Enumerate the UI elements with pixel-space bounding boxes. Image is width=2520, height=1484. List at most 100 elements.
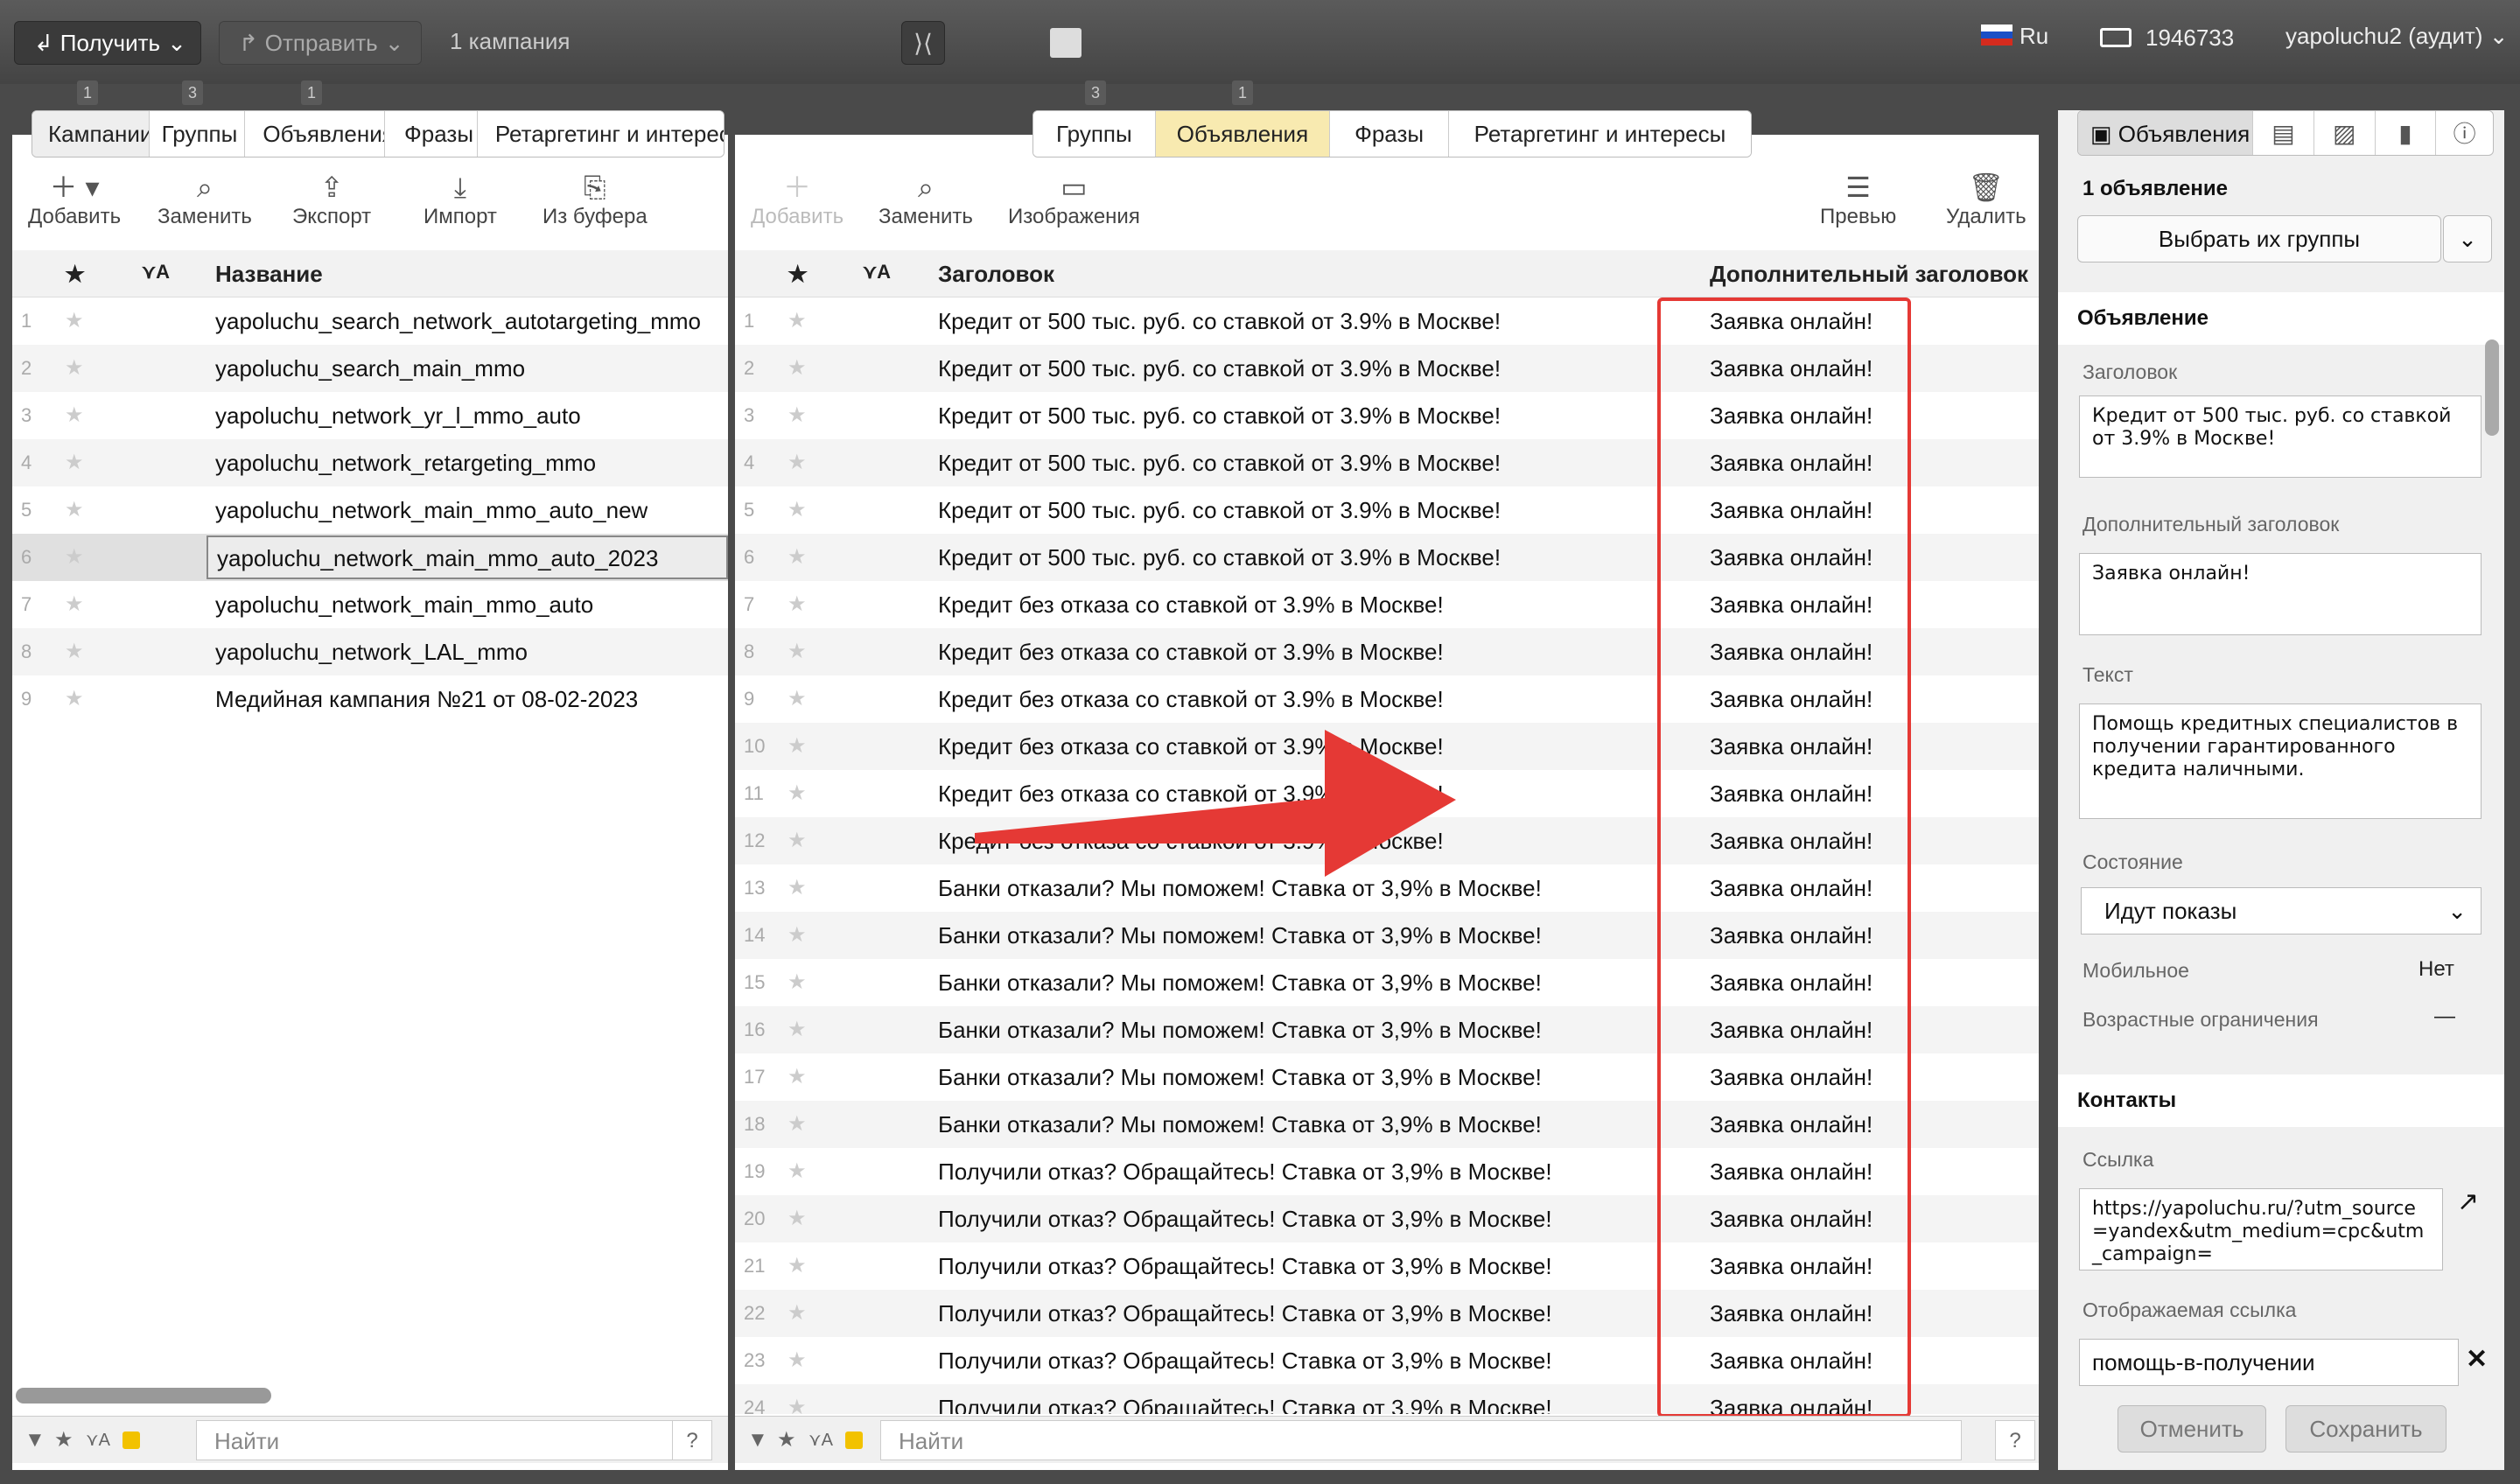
star-icon[interactable]: ★ (788, 1054, 807, 1101)
import-button[interactable]: ⤓ Импорт (424, 170, 497, 229)
star-icon[interactable]: ★ (788, 1148, 807, 1195)
table-row[interactable]: 9 ★ Медийная кампания №21 от 08-02-2023 (12, 676, 728, 723)
table-row[interactable]: 1 ★ yapoluchu_search_network_autotargeting… (12, 298, 728, 345)
star-icon[interactable]: ★ (788, 345, 807, 392)
star-icon[interactable]: ★ (788, 628, 807, 676)
star-icon[interactable]: ★ (65, 392, 84, 439)
table-row[interactable]: 4 ★ Кредит от 500 тыс. руб. со ставкой от … (735, 439, 2039, 486)
tab-campaigns[interactable]: Кампании (32, 111, 150, 157)
language-selector[interactable]: Ru (2020, 23, 2048, 50)
table-row[interactable]: 9 ★ Кредит без отказа со ставкой от 3.9% в… (735, 676, 2039, 723)
tab-phrases[interactable]: Фразы (1330, 111, 1449, 157)
table-row[interactable]: 2 ★ Кредит от 500 тыс. руб. со ставкой от … (735, 345, 2039, 392)
star-filter-icon[interactable]: ★ (777, 1427, 796, 1452)
star-icon[interactable]: ★ (788, 912, 807, 959)
column-title[interactable]: Заголовок (938, 261, 1054, 288)
star-icon[interactable]: ★ (788, 1384, 807, 1414)
tab-retargeting[interactable]: Ретаргетинг и интересы (1448, 111, 1751, 157)
tab-ads[interactable]: Объявления (1155, 111, 1331, 157)
send-button[interactable]: ↱ Отправить ⌄ (219, 21, 422, 65)
table-row[interactable]: 20 ★ Получили отказ? Обращайтесь! Ставка о… (735, 1195, 2039, 1242)
tab-ads[interactable]: Объявления (245, 111, 386, 157)
table-row-selected[interactable]: 6 ★ yapoluchu_network_main_mmo_auto_2023 (12, 534, 728, 581)
select-groups-dropdown[interactable]: ⌄ (2443, 215, 2492, 262)
select-groups-button[interactable]: Выбрать их группы (2077, 215, 2441, 262)
table-row[interactable]: 7 ★ Кредит без отказа со ставкой от 3.9% в… (735, 581, 2039, 628)
star-icon[interactable]: ★ (788, 817, 807, 864)
add-button[interactable]: ＋ Добавить (751, 170, 844, 229)
table-row[interactable]: 3 ★ yapoluchu_network_yr_l_mmo_auto (12, 392, 728, 439)
star-column-icon[interactable]: ★ (788, 261, 808, 288)
tab-groups[interactable]: Группы (149, 111, 246, 157)
table-row[interactable]: 7 ★ yapoluchu_network_main_mmo_auto (12, 581, 728, 628)
clipboard-button[interactable]: ⎘ Из буфера (542, 170, 648, 229)
link-input[interactable]: https://yapoluchu.ru/?utm_source=yandex&… (2079, 1188, 2443, 1270)
table-row[interactable]: 18 ★ Банки отказали? Мы поможем! Ставка от… (735, 1101, 2039, 1148)
help-button[interactable]: ? (672, 1420, 712, 1460)
table-row[interactable]: 22 ★ Получили отказ? Обращайтесь! Ставка о… (735, 1290, 2039, 1337)
table-row[interactable]: 15 ★ Банки отказали? Мы поможем! Ставка от… (735, 959, 2039, 1006)
star-icon[interactable]: ★ (788, 1101, 807, 1148)
save-button[interactable]: Сохранить (2286, 1405, 2446, 1452)
star-icon[interactable]: ★ (788, 439, 807, 486)
star-icon[interactable]: ★ (788, 298, 807, 345)
star-icon[interactable]: ★ (788, 770, 807, 817)
table-row[interactable]: 24 ★ Получили отказ? Обращайтесь! Ставка о… (735, 1384, 2039, 1414)
star-icon[interactable]: ★ (65, 486, 84, 534)
table-row[interactable]: 2 ★ yapoluchu_search_main_mmo (12, 345, 728, 392)
table-row[interactable]: 5 ★ yapoluchu_network_main_mmo_auto_new (12, 486, 728, 534)
tag-filter-icon[interactable] (122, 1431, 140, 1449)
title-input[interactable]: Кредит от 500 тыс. руб. со ставкой от 3.… (2079, 396, 2482, 478)
user-menu[interactable]: yapoluchu2 (аудит) ⌄ (2286, 23, 2508, 50)
preview-button[interactable]: ☰ Превью (1820, 170, 1896, 229)
star-icon[interactable]: ★ (65, 628, 84, 676)
delete-button[interactable]: 🗑 Удалить (1946, 170, 2026, 229)
table-row[interactable]: 4 ★ yapoluchu_network_retargeting_mmo (12, 439, 728, 486)
status-column-icon[interactable]: ⋎A (142, 261, 170, 284)
star-icon[interactable]: ★ (788, 1290, 807, 1337)
star-icon[interactable]: ★ (65, 439, 84, 486)
tab-ads-editor[interactable]: ▣ Объявления (2078, 111, 2253, 155)
star-icon[interactable]: ★ (788, 723, 807, 770)
state-select[interactable]: Идут показы ⌄ (2081, 887, 2482, 934)
star-icon[interactable]: ★ (65, 345, 84, 392)
tab-groups[interactable]: Группы (1033, 111, 1156, 157)
filter-icon[interactable]: ▼ (24, 1428, 46, 1452)
table-row[interactable]: 21 ★ Получили отказ? Обращайтесь! Ставка о… (735, 1242, 2039, 1290)
replace-button[interactable]: ⌕ Заменить (878, 170, 973, 229)
export-button[interactable]: ⇪ Экспорт (292, 170, 371, 229)
display-link-input[interactable]: помощь-в-получении (2079, 1339, 2459, 1386)
help-button[interactable]: ? (1995, 1420, 2035, 1460)
filter-icon[interactable]: ▼ (747, 1428, 768, 1452)
add-button[interactable]: ＋ ▾ Добавить (28, 170, 121, 229)
star-icon[interactable]: ★ (788, 1337, 807, 1384)
table-row[interactable]: 6 ★ Кредит от 500 тыс. руб. со ставкой от … (735, 534, 2039, 581)
star-icon[interactable]: ★ (788, 581, 807, 628)
subtitle-input[interactable]: Заявка онлайн! (2079, 553, 2482, 635)
tab-phrases[interactable]: Фразы (385, 111, 478, 157)
star-column-icon[interactable]: ★ (65, 261, 85, 288)
star-icon[interactable]: ★ (788, 1006, 807, 1054)
star-icon[interactable]: ★ (65, 534, 84, 581)
column-name[interactable]: Название (215, 261, 323, 288)
star-icon[interactable]: ★ (788, 486, 807, 534)
clear-icon[interactable]: ✕ (2466, 1344, 2488, 1375)
table-row[interactable]: 8 ★ yapoluchu_network_LAL_mmo (12, 628, 728, 676)
star-icon[interactable]: ★ (788, 864, 807, 912)
search-input[interactable]: Найти (196, 1420, 679, 1460)
star-icon[interactable]: ★ (788, 392, 807, 439)
horizontal-scrollbar[interactable] (16, 1388, 271, 1404)
table-row[interactable]: 8 ★ Кредит без отказа со ставкой от 3.9% в… (735, 628, 2039, 676)
table-row[interactable]: 1 ★ Кредит от 500 тыс. руб. со ставкой от … (735, 298, 2039, 345)
text-input[interactable]: Помощь кредитных специалистов в получени… (2079, 704, 2482, 819)
star-icon[interactable]: ★ (788, 534, 807, 581)
star-icon[interactable]: ★ (65, 581, 84, 628)
star-icon[interactable]: ★ (788, 1195, 807, 1242)
vertical-scrollbar[interactable] (2485, 340, 2499, 436)
status-filter-icon[interactable]: ⋎A (86, 1429, 110, 1451)
star-icon[interactable]: ★ (788, 1242, 807, 1290)
info-icon[interactable]: ⓘ (2435, 111, 2493, 155)
table-row[interactable]: 14 ★ Банки отказали? Мы поможем! Ставка от… (735, 912, 2039, 959)
collapse-panels-button[interactable]: ⟩⟨ (901, 21, 945, 65)
film-icon[interactable] (1050, 28, 1082, 58)
